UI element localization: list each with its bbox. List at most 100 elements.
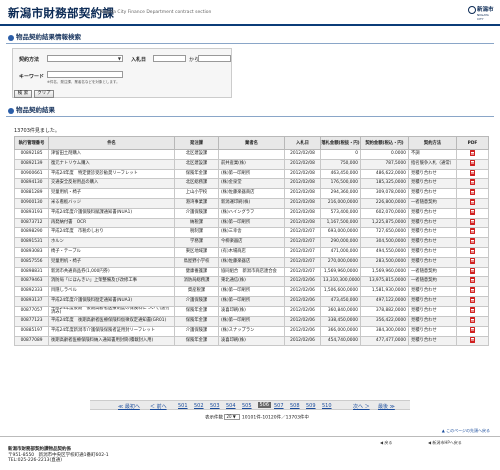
keyword-input[interactable] <box>47 71 123 78</box>
cell-date: 2012/02/06 <box>284 276 321 288</box>
pdf-icon[interactable] <box>470 170 475 176</box>
cell-vendor: 前井産業(株) <box>218 158 285 170</box>
pdf-icon[interactable] <box>470 258 475 264</box>
pdf-icon[interactable] <box>470 248 475 255</box>
pdf-icon[interactable] <box>470 209 475 215</box>
cell-title[interactable]: 再発納付書 OCR <box>48 217 175 229</box>
cell-vendor: (株)金泉堂 <box>218 178 285 190</box>
cell-id: 00900130 <box>14 197 49 209</box>
table-row: 00898831 新潟市共通商品券(1,000円券) 健康養護課 協同組合 新潟市商店… <box>14 266 489 278</box>
pdf-icon[interactable] <box>470 327 475 333</box>
page-link[interactable]: 502 <box>194 403 204 409</box>
cell-title[interactable]: 児童用机・椅子 <box>48 256 175 268</box>
back-to-top-link[interactable]: ▲ このページの先頭へ戻る <box>442 428 490 434</box>
cell-date: 2012/02/08 <box>284 207 321 219</box>
search-hint: ※件名、発注課、業者名などを対象とします。 <box>47 80 120 84</box>
result-count: 13703件見ました。 <box>14 128 60 134</box>
pdf-icon[interactable] <box>470 228 475 235</box>
page-link[interactable]: 501 <box>178 403 188 409</box>
cell-bid-amount: 290,000,000 <box>320 237 361 248</box>
cell-title[interactable]: 交通安全反射用品の購入 <box>48 178 175 190</box>
bullet-icon <box>8 108 14 114</box>
cell-bid-amount: 338,450,0000 <box>320 315 361 327</box>
page-link[interactable]: 505 <box>242 403 252 409</box>
pdf-icon[interactable] <box>470 238 475 245</box>
cell-title[interactable]: 目隠しラベル <box>48 286 175 297</box>
pdf-icon[interactable] <box>470 307 475 314</box>
cell-dept: 税制課 <box>174 227 219 239</box>
cell-title[interactable]: 平成24年度後期 後期高齢者医療制度の保険料について(送付済み) <box>48 305 175 317</box>
cell-bid-amount: 216,000,0000 <box>320 197 361 209</box>
pdf-icon[interactable] <box>470 219 475 225</box>
cell-contract-amount: 226,800,0000 <box>360 197 409 209</box>
cell-title[interactable]: 平成24年度 後期高齢者医療保険料仮徴収定通知書(GR01) <box>48 315 175 327</box>
cell-title[interactable]: 児童用机・椅子 <box>48 188 175 199</box>
search-button[interactable]: 検 索 <box>14 90 32 98</box>
last-page-link[interactable]: 最後 ≫ <box>378 403 395 410</box>
cell-title[interactable]: 平成24年度 特定健診受診勧奨リーフレット <box>48 168 175 180</box>
cell-method: 見積り合わせ <box>408 227 457 239</box>
cell-id: 00885197 <box>14 325 49 337</box>
cell-id: 00892185 <box>14 149 49 160</box>
cell-title[interactable]: 消防局「にほんきい」上架整備及び改修工事 <box>48 276 175 288</box>
cell-title[interactable]: 椅子・テーブル <box>48 246 175 258</box>
page-link[interactable]: 509 <box>306 403 316 409</box>
cell-vendor: (株)ハイングラフ <box>218 207 285 219</box>
cell-id: 00877057 <box>14 305 49 317</box>
cell-date: 2012/02/07 <box>284 227 321 239</box>
page-link[interactable]: 503 <box>210 403 220 409</box>
cell-bid-amount: 454,740,0000 <box>320 335 361 347</box>
clear-button[interactable]: クリア <box>34 90 54 98</box>
city-logo[interactable]: 新潟市 NIIGATA CITY <box>468 4 494 22</box>
date-from-input[interactable] <box>153 55 186 62</box>
cell-id: 00892139 <box>14 158 49 170</box>
pdf-icon[interactable] <box>470 160 475 166</box>
cell-date: 2012/02/07 <box>284 256 321 268</box>
pdf-icon[interactable] <box>470 287 475 294</box>
pdf-icon[interactable] <box>470 297 475 304</box>
cell-title[interactable]: 新潟市共通商品券(1,000円券) <box>48 266 175 278</box>
prev-page-link[interactable]: ＜ 前へ <box>150 403 167 410</box>
cell-title[interactable]: 平成24年度介護保険料勘定通知書(NUA3) <box>48 295 175 307</box>
cell-title[interactable]: 津留田土剤購入 <box>48 149 175 160</box>
cell-vendor: (株)第一印刷所 <box>218 286 285 297</box>
home-link[interactable]: ◀ 新潟市HPへ戻る <box>428 440 462 446</box>
current-page[interactable]: 506 <box>258 402 271 408</box>
pdf-icon[interactable] <box>470 189 475 196</box>
page-link[interactable]: 507 <box>274 403 284 409</box>
table-row: 00881289 児童用机・椅子 上山小学校 (株)佐藤楽器商店 2012/02/08 2… <box>14 188 489 199</box>
cell-date: 2012/02/08 <box>284 158 321 170</box>
pdf-icon[interactable] <box>470 268 475 274</box>
cell-title[interactable]: 平成24年度 市税のしおり <box>48 227 175 239</box>
method-select[interactable]: ▼ <box>47 55 123 62</box>
table-row: 00857556 児童用机・椅子 鳥屋野小学校 (株)佐藤楽器店 2012/02/07 2… <box>14 256 489 268</box>
cell-title[interactable]: ホルン <box>48 237 175 248</box>
pdf-icon[interactable] <box>470 317 475 324</box>
page-link[interactable]: 504 <box>226 403 236 409</box>
cell-title[interactable]: 米る看板バッジ <box>48 197 175 209</box>
page-link[interactable]: 508 <box>290 403 300 409</box>
site-title[interactable]: 新潟市財務部契約課 <box>8 5 114 21</box>
cell-title[interactable]: 後期高齢者医療保険料納入通知書用封筒(積載封入用) <box>48 335 175 347</box>
column-header: 執行管理番号 <box>14 136 49 150</box>
page-link[interactable]: 510 <box>322 403 332 409</box>
per-page-select[interactable]: 20 ▼ <box>224 414 241 420</box>
pdf-icon[interactable] <box>470 337 475 343</box>
cell-contract-amount: 1,225,875,0000 <box>360 217 409 229</box>
cell-title[interactable]: 平成24年度新潟市介護保険保険者証用封リーフレット <box>48 325 175 337</box>
table-row: 00879463 消防局「にほんきい」上架整備及び改修工事 消防局総務課 東北通信(株… <box>14 276 489 288</box>
pdf-icon[interactable] <box>470 179 475 186</box>
back-link[interactable]: ◀ 戻る <box>380 440 392 446</box>
pdf-icon[interactable] <box>470 277 475 284</box>
cell-date: 2012/02/07 <box>284 266 321 278</box>
cell-title[interactable]: 復元ナトリウム購入 <box>48 158 175 170</box>
pdf-icon[interactable] <box>470 150 475 157</box>
first-page-link[interactable]: ≪ 最初へ <box>118 403 140 410</box>
next-page-link[interactable]: 次へ ＞ <box>353 403 370 410</box>
table-row: 00885197 平成24年度新潟市介護保険保険者証用封リーフレット 介護保険課 (株… <box>14 325 489 337</box>
pdf-icon[interactable] <box>470 199 475 206</box>
cell-date: 2012/02/08 <box>284 178 321 190</box>
cell-title[interactable]: 平成24年度介護保険料賦課通知書(NUA1) <box>48 207 175 219</box>
date-to-input[interactable] <box>198 55 231 62</box>
table-row: 00893193 平成24年度介護保険料賦課通知書(NUA1) 介護保険課 (株)ハイ… <box>14 207 489 219</box>
